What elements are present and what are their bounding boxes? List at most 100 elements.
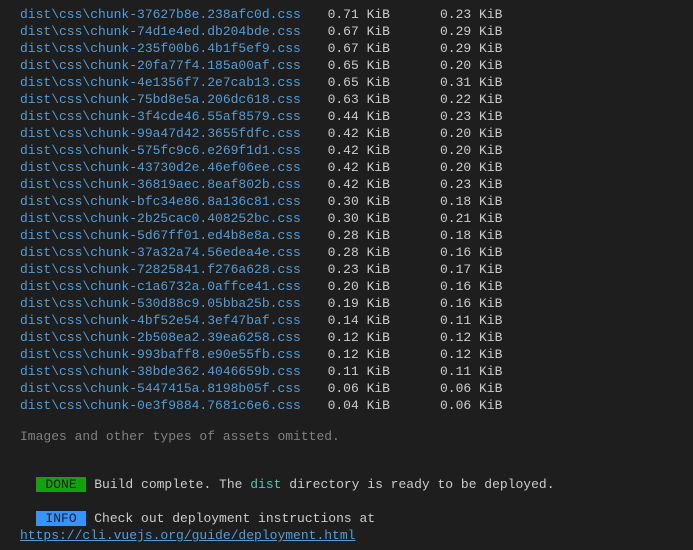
gzip-size: 0.20 KiB [440,159,502,176]
file-row: dist\css\chunk-43730d2e.46ef06ee.css0.42… [10,159,683,176]
gzip-size: 0.23 KiB [440,176,502,193]
file-size: 0.67 KiB [310,40,440,57]
file-size: 0.71 KiB [310,6,440,23]
gzip-size: 0.11 KiB [440,312,502,329]
file-size: 0.67 KiB [310,23,440,40]
file-size: 0.44 KiB [310,108,440,125]
file-path: dist\css\chunk-575fc9c6.e269f1d1.css [20,142,310,159]
file-size: 0.28 KiB [310,227,440,244]
file-path: dist\css\chunk-5447415a.8198b05f.css [20,380,310,397]
file-row: dist\css\chunk-530d88c9.05bba25b.css0.19… [10,295,683,312]
file-path: dist\css\chunk-20fa77f4.185a00af.css [20,57,310,74]
file-size: 0.04 KiB [310,397,440,414]
file-row: dist\css\chunk-235f00b6.4b1f5ef9.css0.67… [10,40,683,57]
done-highlight: dist [250,477,281,492]
gzip-size: 0.06 KiB [440,397,502,414]
file-row: dist\css\chunk-bfc34e86.8a136c81.css0.30… [10,193,683,210]
gzip-size: 0.16 KiB [440,278,502,295]
file-path: dist\css\chunk-530d88c9.05bba25b.css [20,295,310,312]
file-row: dist\css\chunk-2b508ea2.39ea6258.css0.12… [10,329,683,346]
file-path: dist\css\chunk-38bde362.4046659b.css [20,363,310,380]
file-size: 0.42 KiB [310,176,440,193]
gzip-size: 0.23 KiB [440,6,502,23]
gzip-size: 0.18 KiB [440,227,502,244]
file-size: 0.42 KiB [310,142,440,159]
file-path: dist\css\chunk-5d67ff01.ed4b8e8a.css [20,227,310,244]
file-size: 0.42 KiB [310,159,440,176]
info-text-1: Check out deployment instructions at [86,511,382,526]
done-line: DONE Build complete. The dist directory … [10,459,683,493]
done-text-1: Build complete. The [86,477,250,492]
file-row: dist\css\chunk-4bf52e54.3ef47baf.css0.14… [10,312,683,329]
file-row: dist\css\chunk-99a47d42.3655fdfc.css0.42… [10,125,683,142]
file-size: 0.65 KiB [310,74,440,91]
file-size: 0.06 KiB [310,380,440,397]
file-size: 0.23 KiB [310,261,440,278]
file-row: dist\css\chunk-5d67ff01.ed4b8e8a.css0.28… [10,227,683,244]
gzip-size: 0.20 KiB [440,142,502,159]
file-row: dist\css\chunk-38bde362.4046659b.css0.11… [10,363,683,380]
file-row: dist\css\chunk-4e1356f7.2e7cab13.css0.65… [10,74,683,91]
done-text-2: directory is ready to be deployed. [281,477,554,492]
file-path: dist\css\chunk-4e1356f7.2e7cab13.css [20,74,310,91]
file-size: 0.28 KiB [310,244,440,261]
file-row: dist\css\chunk-575fc9c6.e269f1d1.css0.42… [10,142,683,159]
file-size: 0.42 KiB [310,125,440,142]
gzip-size: 0.20 KiB [440,57,502,74]
file-path: dist\css\chunk-3f4cde46.55af8579.css [20,108,310,125]
build-output-table: dist\css\chunk-37627b8e.238afc0d.css0.71… [10,6,683,414]
gzip-size: 0.17 KiB [440,261,502,278]
gzip-size: 0.16 KiB [440,295,502,312]
gzip-size: 0.06 KiB [440,380,502,397]
file-row: dist\css\chunk-37627b8e.238afc0d.css0.71… [10,6,683,23]
file-path: dist\css\chunk-235f00b6.4b1f5ef9.css [20,40,310,57]
file-size: 0.63 KiB [310,91,440,108]
file-row: dist\css\chunk-75bd8e5a.206dc618.css0.63… [10,91,683,108]
file-size: 0.12 KiB [310,346,440,363]
file-row: dist\css\chunk-37a32a74.56edea4e.css0.28… [10,244,683,261]
file-path: dist\css\chunk-36819aec.8eaf802b.css [20,176,310,193]
file-path: dist\css\chunk-37627b8e.238afc0d.css [20,6,310,23]
gzip-size: 0.12 KiB [440,329,502,346]
file-size: 0.30 KiB [310,210,440,227]
file-path: dist\css\chunk-c1a6732a.0affce41.css [20,278,310,295]
done-badge: DONE [36,477,87,492]
gzip-size: 0.16 KiB [440,244,502,261]
file-size: 0.11 KiB [310,363,440,380]
omitted-message: Images and other types of assets omitted… [10,428,683,445]
file-path: dist\css\chunk-37a32a74.56edea4e.css [20,244,310,261]
file-path: dist\css\chunk-99a47d42.3655fdfc.css [20,125,310,142]
gzip-size: 0.21 KiB [440,210,502,227]
file-row: dist\css\chunk-2b25cac0.408252bc.css0.30… [10,210,683,227]
file-path: dist\css\chunk-bfc34e86.8a136c81.css [20,193,310,210]
file-row: dist\css\chunk-c1a6732a.0affce41.css0.20… [10,278,683,295]
file-path: dist\css\chunk-4bf52e54.3ef47baf.css [20,312,310,329]
gzip-size: 0.29 KiB [440,40,502,57]
gzip-size: 0.11 KiB [440,363,502,380]
file-size: 0.19 KiB [310,295,440,312]
file-row: dist\css\chunk-36819aec.8eaf802b.css0.42… [10,176,683,193]
file-size: 0.20 KiB [310,278,440,295]
file-path: dist\css\chunk-72825841.f276a628.css [20,261,310,278]
info-badge: INFO [36,511,87,526]
gzip-size: 0.22 KiB [440,91,502,108]
file-path: dist\css\chunk-993baff8.e90e55fb.css [20,346,310,363]
info-line: INFO Check out deployment instructions a… [10,493,683,544]
file-size: 0.14 KiB [310,312,440,329]
deployment-link[interactable]: https://cli.vuejs.org/guide/deployment.h… [20,528,355,543]
file-row: dist\css\chunk-3f4cde46.55af8579.css0.44… [10,108,683,125]
gzip-size: 0.20 KiB [440,125,502,142]
file-row: dist\css\chunk-993baff8.e90e55fb.css0.12… [10,346,683,363]
file-path: dist\css\chunk-2b508ea2.39ea6258.css [20,329,310,346]
file-row: dist\css\chunk-74d1e4ed.db204bde.css0.67… [10,23,683,40]
file-path: dist\css\chunk-43730d2e.46ef06ee.css [20,159,310,176]
gzip-size: 0.31 KiB [440,74,502,91]
file-path: dist\css\chunk-2b25cac0.408252bc.css [20,210,310,227]
file-size: 0.30 KiB [310,193,440,210]
file-row: dist\css\chunk-20fa77f4.185a00af.css0.65… [10,57,683,74]
gzip-size: 0.18 KiB [440,193,502,210]
file-path: dist\css\chunk-74d1e4ed.db204bde.css [20,23,310,40]
file-size: 0.12 KiB [310,329,440,346]
file-row: dist\css\chunk-0e3f9884.7681c6e6.css0.04… [10,397,683,414]
file-size: 0.65 KiB [310,57,440,74]
